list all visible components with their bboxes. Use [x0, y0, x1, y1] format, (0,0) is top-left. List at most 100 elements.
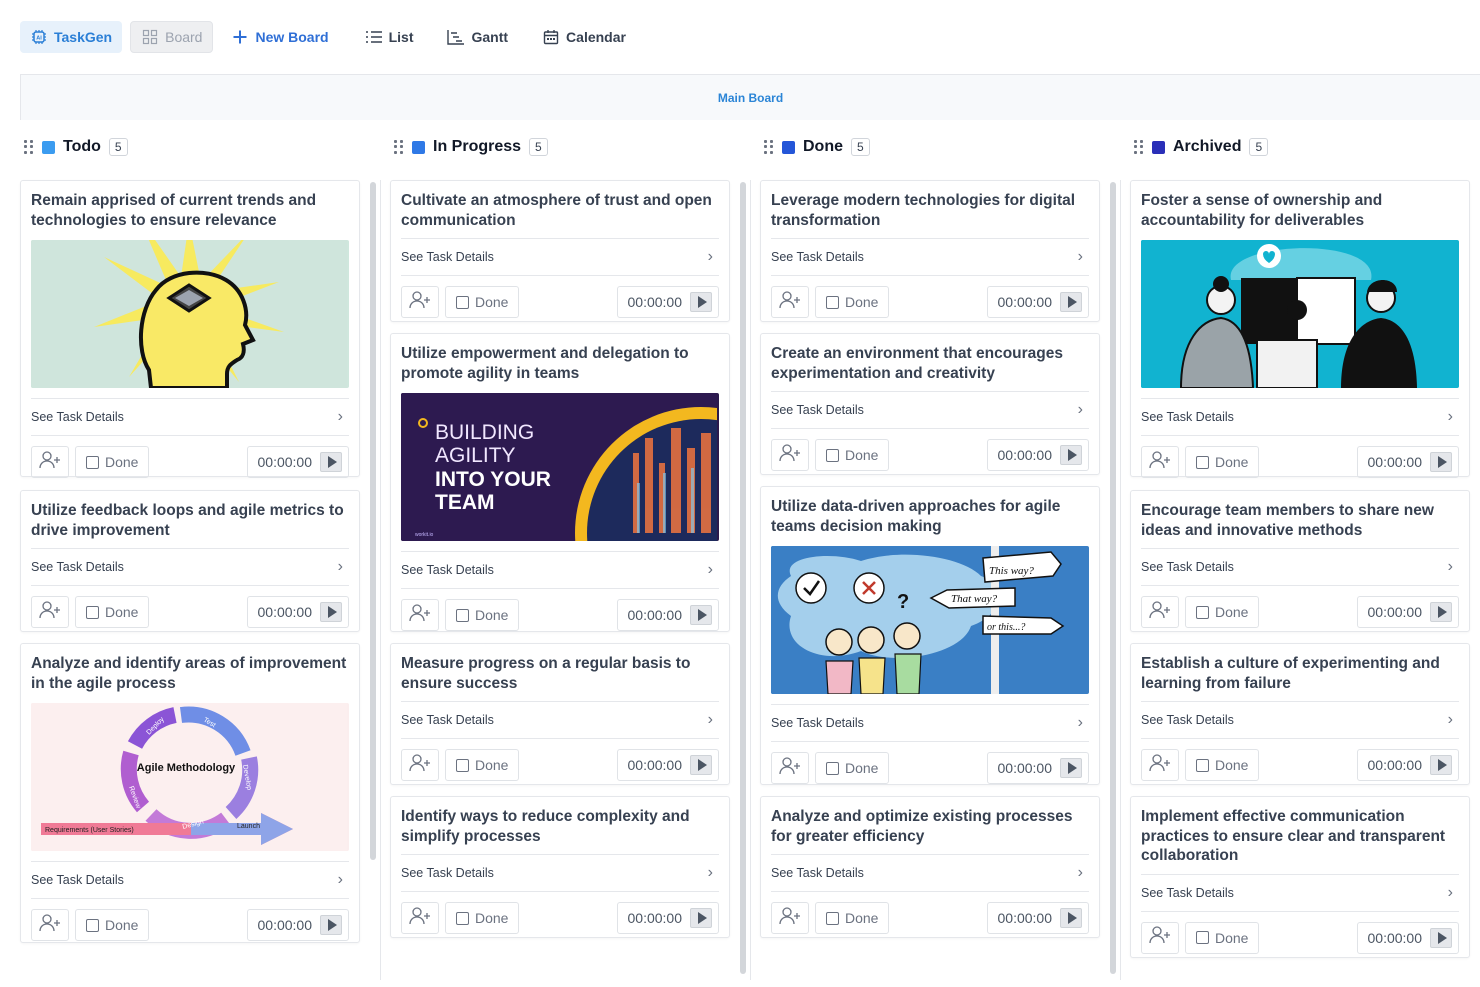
see-task-details-link[interactable]: See Task Details › — [771, 704, 1089, 742]
assign-user-button[interactable] — [401, 286, 439, 318]
task-card[interactable]: Analyze and identify areas of improvemen… — [20, 643, 360, 943]
add-user-icon — [1149, 926, 1171, 949]
done-checkbox-button[interactable]: Done — [815, 752, 890, 784]
todo-scrollbar[interactable] — [370, 182, 376, 860]
play-timer-button[interactable] — [690, 755, 712, 775]
assign-user-button[interactable] — [771, 902, 809, 934]
assign-user-button[interactable] — [31, 596, 69, 628]
gantt-view-button[interactable]: Gantt — [437, 21, 518, 53]
done-scrollbar[interactable] — [1110, 182, 1116, 974]
play-timer-button[interactable] — [320, 915, 342, 935]
assign-user-button[interactable] — [771, 286, 809, 318]
assign-user-button[interactable] — [31, 909, 69, 941]
task-card[interactable]: Measure progress on a regular basis to e… — [390, 643, 730, 785]
drag-handle-icon[interactable] — [394, 140, 404, 154]
done-checkbox-button[interactable]: Done — [445, 902, 520, 934]
svg-text:AI: AI — [36, 36, 42, 42]
see-task-details-link[interactable]: See Task Details › — [31, 398, 349, 436]
assign-user-button[interactable] — [1141, 446, 1179, 478]
in-progress-scrollbar[interactable] — [740, 182, 746, 974]
task-card[interactable]: Utilize empowerment and delegation to pr… — [390, 333, 730, 632]
task-card[interactable]: Analyze and optimize existing processes … — [760, 796, 1100, 938]
board-title[interactable]: Main Board — [718, 91, 783, 105]
assign-user-button[interactable] — [1141, 921, 1179, 954]
new-board-button[interactable]: New Board — [221, 21, 338, 53]
see-task-details-link[interactable]: See Task Details › — [401, 551, 719, 589]
task-card[interactable]: Establish a culture of experimenting and… — [1130, 643, 1470, 785]
see-task-details-link[interactable]: See Task Details › — [401, 701, 719, 739]
drag-handle-icon[interactable] — [1134, 140, 1144, 154]
drag-handle-icon[interactable] — [24, 140, 34, 154]
done-checkbox-button[interactable]: Done — [1185, 596, 1260, 628]
done-checkbox-button[interactable]: Done — [445, 599, 520, 631]
task-title: Utilize empowerment and delegation to pr… — [401, 345, 689, 382]
play-timer-button[interactable] — [1060, 292, 1082, 312]
done-checkbox-button[interactable]: Done — [1185, 921, 1260, 954]
done-checkbox-button[interactable]: Done — [445, 749, 520, 781]
task-card[interactable]: Encourage team members to share new idea… — [1130, 490, 1470, 632]
task-card[interactable]: Remain apprised of current trends and te… — [20, 180, 360, 478]
see-task-details-link[interactable]: See Task Details › — [1141, 398, 1459, 436]
play-timer-button[interactable] — [1430, 452, 1452, 472]
assign-user-button[interactable] — [31, 446, 69, 478]
assign-user-button[interactable] — [771, 752, 809, 784]
assign-user-button[interactable] — [771, 439, 809, 471]
see-task-details-link[interactable]: See Task Details › — [401, 854, 719, 892]
done-checkbox-button[interactable]: Done — [75, 446, 150, 478]
see-task-details-link[interactable]: See Task Details › — [1141, 701, 1459, 739]
done-checkbox-button[interactable]: Done — [815, 439, 890, 471]
svg-text:?: ? — [897, 591, 909, 613]
see-task-details-link[interactable]: See Task Details › — [771, 854, 1089, 892]
task-card[interactable]: Implement effective communication practi… — [1130, 796, 1470, 958]
done-checkbox-button[interactable]: Done — [815, 286, 890, 318]
done-checkbox-button[interactable]: Done — [1185, 749, 1260, 781]
see-task-details-link[interactable]: See Task Details › — [31, 548, 349, 586]
drag-handle-icon[interactable] — [764, 140, 774, 154]
play-timer-button[interactable] — [1430, 755, 1452, 775]
assign-user-button[interactable] — [1141, 749, 1179, 781]
play-timer-button[interactable] — [320, 452, 342, 472]
play-timer-button[interactable] — [1430, 927, 1452, 948]
list-view-button[interactable]: List — [355, 21, 424, 53]
play-timer-button[interactable] — [690, 605, 712, 625]
assign-user-button[interactable] — [1141, 596, 1179, 628]
see-task-details-link[interactable]: See Task Details › — [771, 391, 1089, 429]
play-icon — [1437, 931, 1447, 944]
column-count-badge: 5 — [108, 138, 128, 156]
signpost-illustration: This way? That way? or this...? ? — [771, 546, 1089, 694]
task-card[interactable]: Leverage modern technologies for digital… — [760, 180, 1100, 322]
task-card[interactable]: Utilize feedback loops and agile metrics… — [20, 490, 360, 632]
board-view-button[interactable]: Board — [130, 21, 214, 53]
see-task-details-link[interactable]: See Task Details › — [1141, 548, 1459, 586]
brand-button[interactable]: AI TaskGen — [20, 21, 123, 53]
task-card[interactable]: Cultivate an atmosphere of trust and ope… — [390, 180, 730, 322]
task-card[interactable]: Foster a sense of ownership and accounta… — [1130, 180, 1470, 478]
play-timer-button[interactable] — [1060, 908, 1082, 928]
assign-user-button[interactable] — [401, 902, 439, 934]
task-timer: 00:00:00 — [986, 439, 1089, 471]
play-timer-button[interactable] — [1060, 758, 1082, 778]
see-task-details-link[interactable]: See Task Details › — [401, 238, 719, 276]
play-timer-button[interactable] — [690, 292, 712, 312]
see-task-details-link[interactable]: See Task Details › — [1141, 873, 1459, 912]
add-user-icon — [1149, 753, 1171, 777]
calendar-view-button[interactable]: Calendar — [532, 21, 636, 53]
done-checkbox-button[interactable]: Done — [75, 909, 150, 941]
column-color-swatch — [42, 140, 55, 154]
task-card[interactable]: Create an environment that encourages ex… — [760, 333, 1100, 475]
done-checkbox-button[interactable]: Done — [75, 596, 150, 628]
column-title: In Progress — [433, 138, 522, 155]
play-timer-button[interactable] — [690, 908, 712, 928]
task-card[interactable]: Identify ways to reduce complexity and s… — [390, 796, 730, 938]
done-checkbox-button[interactable]: Done — [815, 902, 890, 934]
assign-user-button[interactable] — [401, 599, 439, 631]
see-task-details-link[interactable]: See Task Details › — [771, 238, 1089, 276]
done-checkbox-button[interactable]: Done — [445, 286, 520, 318]
play-timer-button[interactable] — [320, 602, 342, 622]
task-card[interactable]: Utilize data-driven approaches for agile… — [760, 486, 1100, 785]
done-checkbox-button[interactable]: Done — [1185, 446, 1260, 478]
play-timer-button[interactable] — [1430, 602, 1452, 622]
assign-user-button[interactable] — [401, 749, 439, 781]
play-timer-button[interactable] — [1060, 445, 1082, 465]
see-task-details-link[interactable]: See Task Details › — [31, 861, 349, 899]
